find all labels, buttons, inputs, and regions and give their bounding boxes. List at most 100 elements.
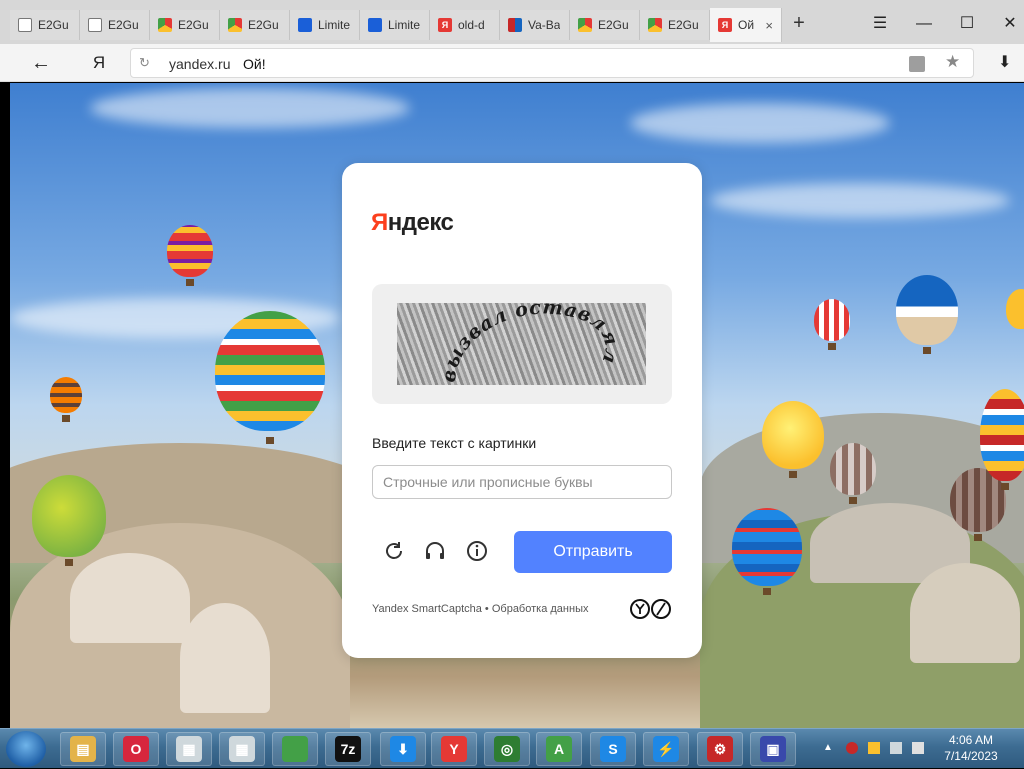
hot-air-balloon xyxy=(167,225,213,286)
tab-e2gu-2[interactable]: E2Gu xyxy=(80,10,150,40)
chrome-icon xyxy=(578,18,592,32)
taskbar-7zip-button[interactable]: 7z xyxy=(325,732,371,766)
footer-separator: • xyxy=(484,603,489,615)
show-hidden-icons-icon[interactable]: ▲ xyxy=(822,742,834,754)
maximize-button[interactable]: ☐ xyxy=(955,12,979,36)
submit-button[interactable]: Отправить xyxy=(514,531,672,573)
tab-label: E2Gu xyxy=(248,18,279,32)
volume-muted-icon[interactable] xyxy=(912,742,924,754)
taskbar-file-explorer-button[interactable]: ▤ xyxy=(60,732,106,766)
file-explorer-icon: ▤ xyxy=(70,736,96,762)
blue-square-icon xyxy=(368,18,382,32)
taskbar-window-2-button[interactable]: ▦ xyxy=(219,732,265,766)
start-button[interactable] xyxy=(6,731,46,767)
tab-label: E2Gu xyxy=(108,18,139,32)
tab-label: old-d xyxy=(458,18,485,32)
tab-label: E2Gu xyxy=(38,18,69,32)
chrome-icon xyxy=(228,18,242,32)
tab-va-ba[interactable]: Va-Ba xyxy=(500,10,570,40)
window-1-icon: ▦ xyxy=(176,736,202,762)
hot-air-balloon xyxy=(32,475,106,566)
hot-air-balloon xyxy=(830,443,876,504)
captcha-answer-input[interactable] xyxy=(372,465,672,499)
tab-e2gu-3[interactable]: E2Gu xyxy=(150,10,220,40)
taskbar-yandex-browser-button[interactable]: Y xyxy=(431,732,477,766)
document-icon xyxy=(18,18,32,32)
yandex-home-button[interactable]: Я xyxy=(86,50,112,76)
back-button[interactable]: ← xyxy=(28,50,54,76)
taskbar-lightning-app-button[interactable]: ⚡ xyxy=(643,732,689,766)
hot-air-balloon xyxy=(980,389,1024,490)
clock-time[interactable]: 4:06 AM xyxy=(946,733,996,747)
flag-tray-icon[interactable] xyxy=(868,742,880,754)
address-bar[interactable]: ↻ yandex.ru Ой! ★ xyxy=(130,48,974,78)
tab-limite-2[interactable]: Limite xyxy=(360,10,430,40)
cloud xyxy=(90,88,410,128)
smartcaptcha-label: Yandex SmartCaptcha xyxy=(372,603,482,615)
clock-date[interactable]: 7/14/2023 xyxy=(940,749,1002,763)
tab-e2gu-4[interactable]: E2Gu xyxy=(220,10,290,40)
ms-icon xyxy=(508,18,522,32)
address-domain: yandex.ru xyxy=(169,56,231,72)
a-app-icon: A xyxy=(546,736,572,762)
taskbar-chrome-button[interactable] xyxy=(272,732,318,766)
taskbar-installer-button[interactable]: ⬇ xyxy=(380,732,426,766)
yandex-icon: Я xyxy=(438,18,452,32)
tab-close-icon[interactable]: × xyxy=(765,18,773,33)
minimize-button[interactable]: — xyxy=(912,12,936,36)
taskbar-skype-button[interactable]: S xyxy=(590,732,636,766)
hot-air-balloon xyxy=(814,299,850,350)
network-tray-icon[interactable] xyxy=(890,742,902,754)
cloud xyxy=(710,183,1010,218)
tab-label: Limite xyxy=(318,18,351,32)
menu-button[interactable]: ☰ xyxy=(868,12,892,36)
taskbar-a-app-button[interactable]: A xyxy=(536,732,582,766)
tab-label: E2Gu xyxy=(598,18,629,32)
new-tab-button[interactable]: + xyxy=(788,12,810,34)
page-content: Яндекс вызвал оставлял Введите текст с к… xyxy=(10,83,1024,728)
captcha-image: вызвал оставлял xyxy=(397,303,646,385)
reload-icon[interactable]: ↻ xyxy=(139,55,150,71)
captcha-distorted-text: вызвал оставлял xyxy=(438,303,622,384)
refresh-icon[interactable] xyxy=(382,539,406,563)
network-app-icon: ▣ xyxy=(760,736,786,762)
bookmark-star-icon[interactable]: ★ xyxy=(945,52,960,72)
antivirus-tray-icon[interactable] xyxy=(846,742,858,754)
downloads-icon[interactable]: ⬇ xyxy=(998,52,1011,72)
taskbar-search-app-button[interactable]: ◎ xyxy=(484,732,530,766)
rock-formation xyxy=(910,563,1020,663)
chrome-icon xyxy=(282,736,308,762)
close-window-button[interactable]: ✕ xyxy=(998,12,1022,36)
windows-taskbar: ▤ O ▦ ▦ 7z ⬇ Y ◎ A S ⚡ ⚙ ▣ ▲ 4:06 AM 7/14/2023 xyxy=(0,728,1024,768)
system-tray: ▲ 4:06 AM 7/14/2023 xyxy=(816,729,1024,769)
headphones-icon[interactable] xyxy=(423,539,447,563)
info-icon[interactable] xyxy=(465,539,489,563)
tab-e2gu-6[interactable]: E2Gu xyxy=(640,10,710,40)
tab-label: Va-Ba xyxy=(528,18,561,32)
hot-air-balloon xyxy=(896,275,958,354)
tab-limite-1[interactable]: Limite xyxy=(290,10,360,40)
hot-air-balloon xyxy=(1006,289,1024,329)
yandex-icon: Я xyxy=(718,18,732,32)
tab-label: E2Gu xyxy=(178,18,209,32)
tab-e2gu-1[interactable]: E2Gu xyxy=(10,10,80,40)
tab-e2gu-5[interactable]: E2Gu xyxy=(570,10,640,40)
7zip-icon: 7z xyxy=(335,736,361,762)
installer-icon: ⬇ xyxy=(390,736,416,762)
tab-label: Limite xyxy=(388,18,421,32)
lock-icon[interactable] xyxy=(909,56,925,72)
data-processing-link[interactable]: Обработка данных xyxy=(492,603,589,615)
tab-label: E2Gu xyxy=(668,18,699,32)
taskbar-opera-button[interactable]: O xyxy=(113,732,159,766)
taskbar-window-1-button[interactable]: ▦ xyxy=(166,732,212,766)
tab-active-oi[interactable]: Я Ой × xyxy=(710,8,782,42)
chrome-icon xyxy=(648,18,662,32)
taskbar-network-app-button[interactable]: ▣ xyxy=(750,732,796,766)
captcha-prompt-label: Введите текст с картинки xyxy=(372,435,537,451)
hot-air-balloon xyxy=(762,401,824,478)
yandex-smartcaptcha-logo xyxy=(630,599,671,619)
captcha-text: вызвал оставлял xyxy=(438,303,622,384)
address-page-title: Ой! xyxy=(243,56,266,72)
taskbar-settings-app-button[interactable]: ⚙ xyxy=(697,732,743,766)
tab-old-d[interactable]: Яold-d xyxy=(430,10,500,40)
